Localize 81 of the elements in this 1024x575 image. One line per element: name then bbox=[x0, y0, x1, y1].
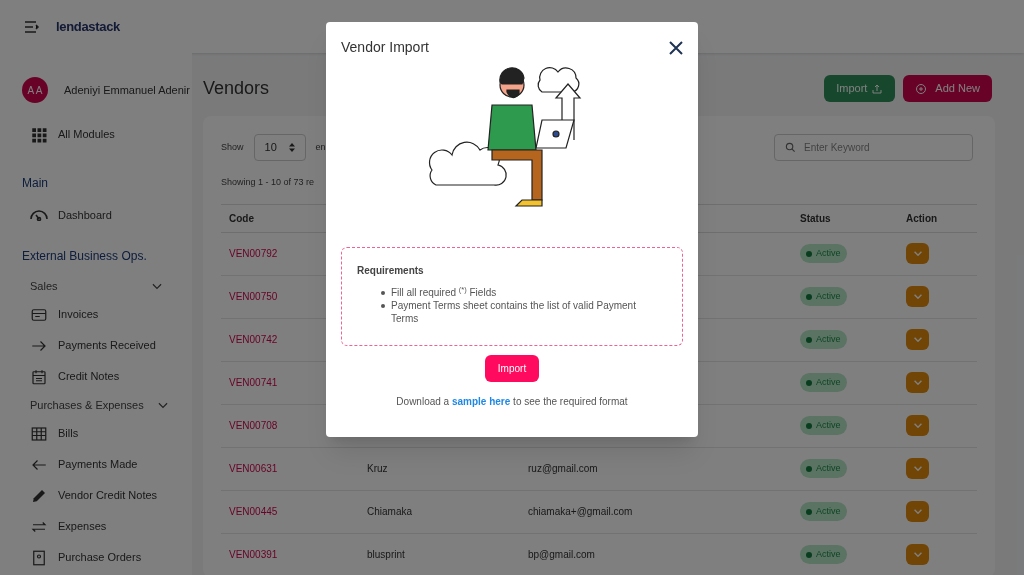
status-badge: Active bbox=[800, 501, 847, 522]
chevron-down-icon bbox=[913, 509, 922, 514]
logo[interactable]: lendastack bbox=[56, 16, 120, 37]
document-icon bbox=[30, 548, 48, 567]
bullet-icon bbox=[381, 304, 385, 308]
page-size-select[interactable]: 10 bbox=[253, 134, 306, 161]
table-cell-text: blusprint bbox=[367, 548, 406, 562]
chevron-down-icon bbox=[913, 294, 922, 299]
chevron-down-icon bbox=[913, 423, 922, 428]
status-badge: Active bbox=[800, 372, 847, 393]
entries-label: en bbox=[315, 140, 326, 154]
plus-circle-icon bbox=[915, 82, 928, 95]
menu-item[interactable]: Dashboard bbox=[0, 200, 192, 231]
add-new-button[interactable]: Add New bbox=[903, 75, 992, 102]
column-header: Action bbox=[906, 211, 939, 226]
table-cell-text: bp@gmail.com bbox=[528, 548, 596, 562]
requirement-text: Payment Terms sheet contains the list of valid Payment Terms bbox=[391, 299, 637, 325]
close-icon[interactable] bbox=[669, 40, 683, 55]
status-badge: Active bbox=[800, 415, 847, 436]
table-icon bbox=[30, 424, 48, 443]
menu-item[interactable]: Vendor Credit Notes bbox=[0, 480, 192, 511]
menu-item[interactable]: All Modules bbox=[0, 119, 192, 150]
status-badge: Active bbox=[800, 544, 847, 565]
menu-item[interactable]: Payments Received bbox=[0, 330, 192, 361]
grid-icon bbox=[30, 125, 48, 144]
action-dropdown-button[interactable] bbox=[906, 415, 929, 436]
column-header: Status bbox=[800, 211, 832, 226]
section-heading: Main bbox=[21, 175, 49, 192]
show-label: Show bbox=[221, 140, 244, 154]
action-dropdown-button[interactable] bbox=[906, 501, 929, 522]
menu-item[interactable]: Payments Made bbox=[0, 449, 192, 480]
sort-arrows-icon bbox=[288, 143, 295, 152]
bullet-icon bbox=[381, 291, 385, 295]
sample-link[interactable]: sample here bbox=[451, 396, 511, 407]
vendor-code-link[interactable]: VEN00631 bbox=[229, 461, 367, 476]
chevron-down-icon bbox=[913, 251, 922, 256]
vendor-code-link[interactable]: VEN00391 bbox=[229, 547, 367, 562]
column-header: Code bbox=[229, 211, 255, 226]
menu-group[interactable]: Sales bbox=[0, 273, 192, 299]
menu-icon[interactable] bbox=[24, 19, 40, 34]
chevron-down-icon bbox=[913, 337, 922, 342]
menu-item[interactable]: Credit Notes bbox=[0, 361, 192, 392]
table-cell-text: ruz@gmail.com bbox=[528, 462, 599, 476]
status-badge: Active bbox=[800, 243, 847, 264]
showing-summary: Showing 1 - 10 of 73 re bbox=[221, 176, 316, 189]
import-button[interactable]: Import bbox=[824, 75, 896, 102]
user-name: Adeniyi Emmanuel Adenir bbox=[64, 82, 190, 98]
action-dropdown-button[interactable] bbox=[906, 372, 929, 393]
section-heading: External Business Ops. bbox=[21, 248, 148, 265]
upload-icon bbox=[871, 82, 884, 95]
menu-item[interactable]: Invoices bbox=[0, 299, 192, 330]
vendor-code-link[interactable]: VEN00445 bbox=[229, 504, 367, 519]
menu-group[interactable]: Purchases & Expenses bbox=[0, 392, 192, 418]
chevron-down-icon bbox=[913, 552, 922, 557]
status-badge: Active bbox=[800, 329, 847, 350]
menu-item[interactable]: Expenses bbox=[0, 511, 192, 542]
calendar-icon bbox=[30, 367, 48, 386]
status-badge: Active bbox=[800, 458, 847, 479]
download-hint: Download a sample here to see the required format bbox=[396, 395, 628, 409]
chevron-down-icon bbox=[913, 380, 922, 385]
chevron-down-icon bbox=[913, 466, 922, 471]
dialog-title: Vendor Import bbox=[341, 38, 429, 57]
speedometer-icon bbox=[30, 210, 48, 221]
requirement-text: Fill all required $^{(*)}$ Fields bbox=[391, 286, 497, 299]
menu-item[interactable]: Bills bbox=[0, 418, 192, 449]
action-dropdown-button[interactable] bbox=[906, 458, 929, 479]
import-button[interactable]: Import bbox=[484, 355, 540, 382]
status-badge: Active bbox=[800, 286, 847, 307]
action-dropdown-button[interactable] bbox=[906, 329, 929, 350]
action-dropdown-button[interactable] bbox=[906, 544, 929, 565]
requirements-title: Requirements bbox=[357, 264, 425, 278]
action-dropdown-button[interactable] bbox=[906, 243, 929, 264]
table-cell-text: chiamaka+@gmail.com bbox=[528, 505, 634, 519]
page-title: Vendors bbox=[203, 77, 270, 100]
search-field[interactable]: Enter Keyword bbox=[774, 134, 973, 161]
table-cell-text: Kruz bbox=[367, 462, 389, 476]
search-icon bbox=[785, 142, 796, 153]
menu-item[interactable]: Purchase Orders bbox=[0, 542, 192, 573]
user-avatar[interactable]: A A bbox=[22, 77, 48, 103]
action-dropdown-button[interactable] bbox=[906, 286, 929, 307]
table-cell-text: Chiamaka bbox=[367, 505, 414, 519]
